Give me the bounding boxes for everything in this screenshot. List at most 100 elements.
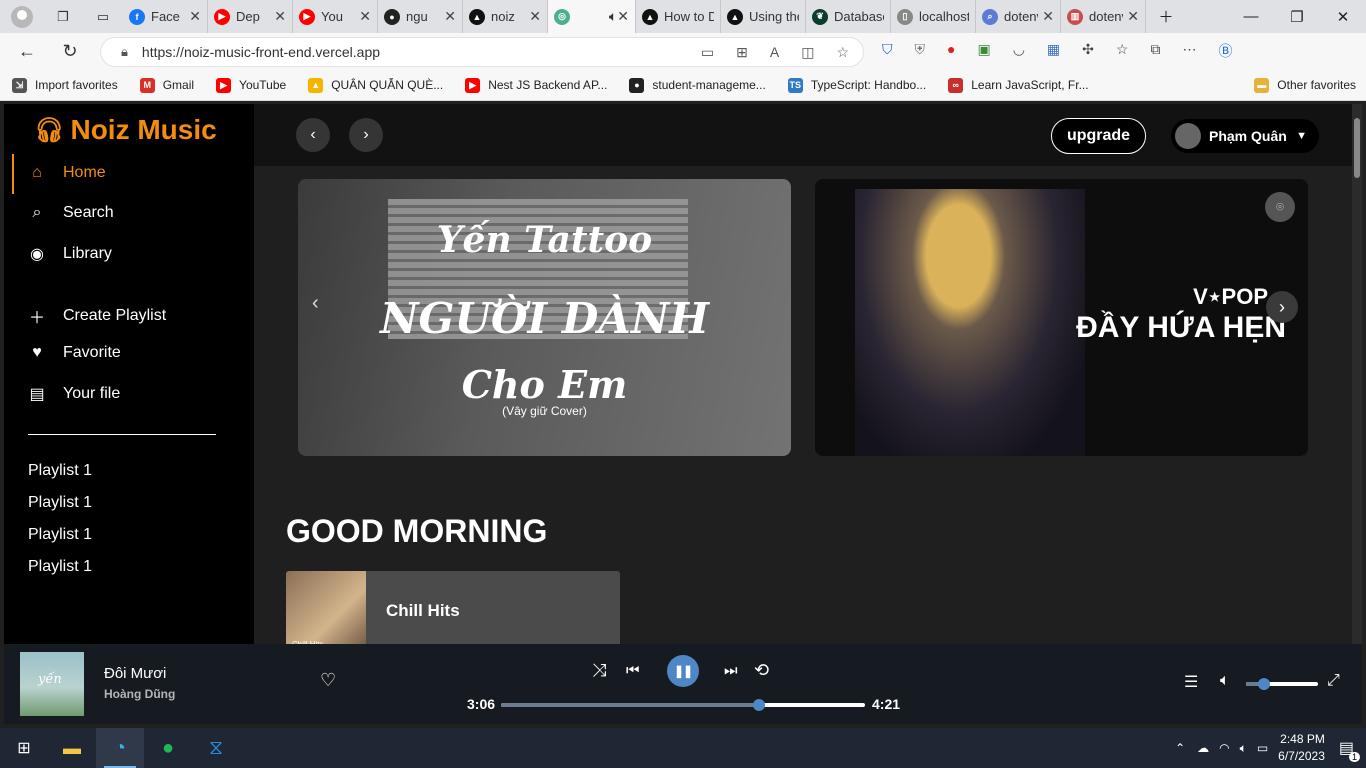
bing-chat-icon[interactable]: Ⓑ [1218,41,1232,61]
speaker-icon[interactable]: 🔈︎ [1240,741,1247,756]
now-playing-cover[interactable]: yến [20,652,84,716]
pocket-icon[interactable]: ◡ [1013,41,1025,61]
close-tab-icon[interactable]: ✕ [617,8,629,25]
favorite-link[interactable]: TS TypeScript: Handbo... [787,77,926,93]
battery-icon[interactable]: ▭ [1257,741,1268,755]
favorite-link[interactable]: M Gmail [139,77,194,93]
sidebar-playlist-item[interactable]: Playlist 1 [28,462,92,480]
cast-icon[interactable]: ▭ [701,44,714,61]
progress-knob[interactable] [753,699,766,711]
browser-tab[interactable]: ▶ Dep ✕ [208,0,293,33]
favorite-link[interactable]: ▶ YouTube [216,77,286,93]
carousel-prev-icon[interactable]: ‹ [312,292,319,315]
onedrive-icon[interactable]: ☁ [1197,741,1209,755]
refresh-icon[interactable]: ↻ [59,41,81,63]
scrollbar[interactable] [1352,104,1362,644]
next-icon[interactable]: ⏭︎ [724,662,738,679]
browser-tab[interactable]: ▯ localhost [891,0,976,33]
sidebar-playlist-item[interactable]: Playlist 1 [28,494,92,512]
favorite-link[interactable]: ⇲ Import favorites [12,77,118,93]
extension-red-icon[interactable]: ● [947,41,955,61]
workspaces-icon[interactable]: ❐ [55,9,71,25]
upgrade-button[interactable]: upgrade [1051,118,1146,154]
browser-tab[interactable]: ▲ Using the [721,0,806,33]
like-heart-icon[interactable]: ♡ [320,670,336,691]
address-bar[interactable]: 🔒︎ https://noiz-music-front-end.vercel.a… [100,37,864,67]
browser-tab[interactable]: ⌕ dotenv n ✕ [976,0,1061,33]
favorite-link[interactable]: ∞ Learn JavaScript, Fr... [948,77,1089,93]
favorites-icon[interactable]: ☆ [1116,41,1129,61]
maximize-button[interactable]: ❐ [1274,0,1320,33]
user-menu[interactable]: Phạm Quân ▼ [1171,119,1319,153]
favorite-star-icon[interactable]: ☆ [836,44,849,61]
file-explorer-button[interactable]: ▬ [48,728,96,768]
new-tab-button[interactable]: ＋ [1146,0,1186,33]
extension-blue-icon[interactable]: ▦ [1047,41,1060,61]
brand-logo[interactable]: 🎧︎ Noiz Music [34,114,217,146]
sidebar-item-create-playlist[interactable]: ＋ Create Playlist [28,304,166,328]
notifications-button[interactable]: ▤ 1 [1339,738,1360,762]
close-tab-icon[interactable]: ✕ [274,8,286,25]
spotify-button[interactable]: ● [144,728,192,768]
url-text[interactable]: https://noiz-music-front-end.vercel.app [142,44,380,60]
queue-icon[interactable]: ☰ [1184,672,1198,692]
scrollbar-thumb[interactable] [1354,118,1360,178]
browser-tab[interactable]: ▥ dotenv - ✕ [1061,0,1146,33]
carousel-next-button[interactable]: › [1266,291,1298,323]
nav-back-button[interactable]: ‹ [296,118,330,152]
profile-avatar[interactable] [11,5,33,28]
repeat-icon[interactable]: ⟲ [754,660,769,681]
close-window-button[interactable]: ✕ [1320,0,1366,33]
browser-tab[interactable]: ❦ Database [806,0,891,33]
playlist-card[interactable]: Chill Hits Chill Hits [286,571,620,651]
tab-actions-icon[interactable]: ▭ [95,9,111,25]
progress-slider[interactable] [501,699,865,711]
sidebar-item-your-file[interactable]: ▤ Your file [28,384,120,404]
close-tab-icon[interactable]: ✕ [359,8,371,25]
tab-audio-icon[interactable]: 🔈︎ [609,8,617,25]
close-tab-icon[interactable]: ✕ [189,8,201,25]
browser-tab[interactable]: ▲ noiz ✕ [463,0,548,33]
bitwarden-icon[interactable]: ⛉ [882,41,893,61]
browser-tab[interactable]: ▶ You ✕ [293,0,378,33]
minimize-button[interactable]: — [1228,0,1274,33]
browser-tab[interactable]: ▲ How to D [636,0,721,33]
artist-name[interactable]: Hoàng Dũng [104,687,175,701]
favorite-link[interactable]: ▶ Nest JS Backend AP... [465,77,607,93]
volume-knob[interactable] [1258,678,1270,690]
sidebar-item-search[interactable]: ⌕ Search [28,204,114,222]
previous-icon[interactable]: ⏮︎ [626,662,640,679]
extension-tv-icon[interactable]: ▣ [977,41,990,61]
back-icon[interactable]: ← [16,41,38,63]
browser-tab[interactable]: ● ngu ✕ [378,0,463,33]
other-favorites[interactable]: ▬ Other favorites [1254,77,1356,93]
favorite-link[interactable]: ● student-manageme... [629,77,766,93]
sidebar-item-library[interactable]: ◉ Library [28,244,112,264]
read-aloud-icon[interactable]: A [770,44,779,61]
close-tab-icon[interactable]: ✕ [1042,8,1054,25]
banner-vpop[interactable]: ⌾ V⋆POP ĐẦY HỨA HẸN › [815,179,1308,456]
sidebar-playlist-item[interactable]: Playlist 1 [28,526,92,544]
pause-button[interactable]: ❚❚ [667,655,699,687]
collections-icon[interactable]: ⧉ [1150,41,1160,61]
song-title[interactable]: Đôi Mươi [104,665,166,682]
banner-yen-tattoo[interactable]: Yến Tattoo NGƯỜI DÀNH Cho Em (Vây giữ Co… [298,179,791,456]
split-screen-icon[interactable]: ◫ [801,44,814,61]
browser-tab[interactable]: f Face ✕ [123,0,208,33]
shuffle-icon[interactable]: ⤨ [592,660,606,681]
visual-search-icon[interactable]: ⌾ [1265,192,1295,222]
close-tab-icon[interactable]: ✕ [444,8,456,25]
shield-ext-icon[interactable]: ⛨ [915,41,926,61]
volume-slider[interactable] [1246,678,1318,690]
lock-icon[interactable]: 🔒︎ [121,44,128,60]
close-tab-icon[interactable]: ✕ [1127,8,1139,25]
close-tab-icon[interactable]: ✕ [529,8,541,25]
more-menu-icon[interactable]: ⋯ [1182,41,1196,61]
wifi-icon[interactable]: ◠ [1219,741,1229,755]
extensions-puzzle-icon[interactable]: ✣ [1082,41,1094,61]
favorite-link[interactable]: ▲ QUÂN QUẪN QUÈ... [308,77,443,93]
fullscreen-icon[interactable]: ⤢ [1327,672,1340,690]
volume-icon[interactable]: 🔈︎ [1220,672,1230,690]
sidebar-item-favorite[interactable]: ♥ Favorite [28,344,121,362]
nav-forward-button[interactable]: › [349,118,383,152]
